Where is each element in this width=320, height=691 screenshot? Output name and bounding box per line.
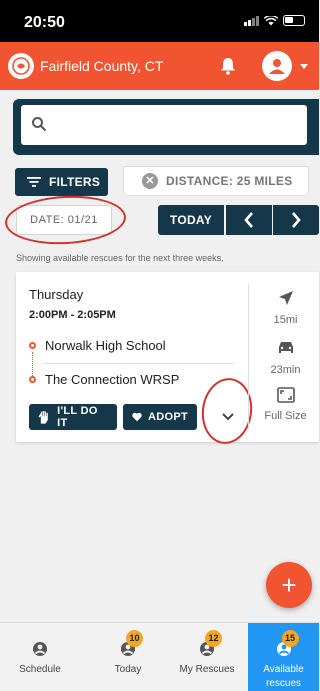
status-bar: 20:50 <box>0 0 319 42</box>
filters-label: FILTERS <box>49 175 101 189</box>
search-input[interactable] <box>21 105 307 145</box>
dropoff-dot-icon <box>29 376 36 383</box>
navigation-arrow-icon <box>278 291 293 305</box>
bottom-nav: Schedule 10 Today 12 My Rescues 15 Avail… <box>0 622 319 691</box>
divider <box>44 363 234 364</box>
card-divider <box>248 284 249 430</box>
nav-item-available-rescues[interactable]: 15 Available rescues <box>248 623 319 691</box>
dropoff-label: The Connection WRSP <box>45 372 180 387</box>
nav-item-schedule[interactable]: Schedule <box>0 623 80 691</box>
rescue-day: Thursday <box>29 287 84 302</box>
ill-do-it-button[interactable]: I'LL DO IT <box>29 404 117 430</box>
chevron-left-icon <box>244 212 253 228</box>
location-title[interactable]: Fairfield County, CT <box>40 58 163 74</box>
battery-icon <box>283 15 305 26</box>
person-icon <box>269 59 285 74</box>
info-text: Showing available rescues for the next t… <box>16 253 224 263</box>
available-rescues-count-badge: 15 <box>281 630 299 647</box>
hand-icon <box>38 410 48 424</box>
dropoff-location: The Connection WRSP <box>29 372 179 387</box>
previous-date-button[interactable] <box>226 205 272 235</box>
chevron-right-icon <box>292 212 301 228</box>
nav-item-today[interactable]: 10 Today <box>88 623 168 691</box>
car-icon <box>278 342 293 353</box>
nav-label-schedule: Schedule <box>19 664 61 675</box>
nav-item-my-rescues[interactable]: 12 My Rescues <box>167 623 247 691</box>
status-time: 20:50 <box>24 14 65 31</box>
rescue-time: 2:00PM - 2:05PM <box>29 309 116 321</box>
status-icons <box>244 15 305 26</box>
nav-label-today: Today <box>114 664 142 675</box>
pickup-dot-icon <box>29 342 36 349</box>
date-chip[interactable]: DATE: 01/21 <box>16 205 112 235</box>
pickup-location: Norwalk High School <box>29 338 166 353</box>
app-header: Fairfield County, CT <box>0 42 319 90</box>
ill-do-it-label: I'LL DO IT <box>57 405 98 429</box>
avatar[interactable] <box>262 51 292 81</box>
filter-icon <box>27 177 41 187</box>
nav-label-available-rescues: Available rescues <box>263 664 304 689</box>
full-size-icon <box>276 387 295 403</box>
wifi-icon <box>264 15 278 25</box>
duration-info: 23min <box>258 340 313 376</box>
nav-label-my-rescues: My Rescues <box>179 664 235 675</box>
person-icon <box>33 642 47 656</box>
today-button[interactable]: TODAY <box>158 205 224 235</box>
chevron-down-icon[interactable] <box>300 64 308 69</box>
duration-value: 23min <box>270 364 301 376</box>
expand-button[interactable] <box>216 405 240 429</box>
filters-button[interactable]: FILTERS <box>15 168 108 196</box>
today-count-badge: 10 <box>126 630 143 647</box>
search-icon <box>32 117 47 132</box>
distance-value: 15mi <box>273 314 298 326</box>
full-size-label: Full Size <box>264 410 307 422</box>
chevron-down-icon <box>222 413 234 421</box>
signal-icon <box>244 15 259 26</box>
distance-info: 15mi <box>258 290 313 326</box>
adopt-label: ADOPT <box>148 411 188 423</box>
bell-icon[interactable] <box>220 57 236 75</box>
heart-icon <box>132 412 142 422</box>
size-info: Full Size <box>258 387 313 422</box>
plus-icon: + <box>281 569 297 600</box>
close-icon[interactable]: ✕ <box>142 173 158 189</box>
add-button[interactable]: + <box>266 562 312 608</box>
logo-icon <box>8 53 34 79</box>
search-panel <box>13 99 319 155</box>
pickup-label: Norwalk High School <box>45 338 166 353</box>
distance-filter-chip[interactable]: ✕ DISTANCE: 25 MILES <box>123 166 309 196</box>
adopt-button[interactable]: ADOPT <box>123 404 197 430</box>
distance-label: DISTANCE: 25 MILES <box>166 174 293 188</box>
next-date-button[interactable] <box>273 205 319 235</box>
my-rescues-count-badge: 12 <box>205 630 222 647</box>
rescue-card[interactable]: Thursday 2:00PM - 2:05PM Norwalk High Sc… <box>16 272 319 448</box>
